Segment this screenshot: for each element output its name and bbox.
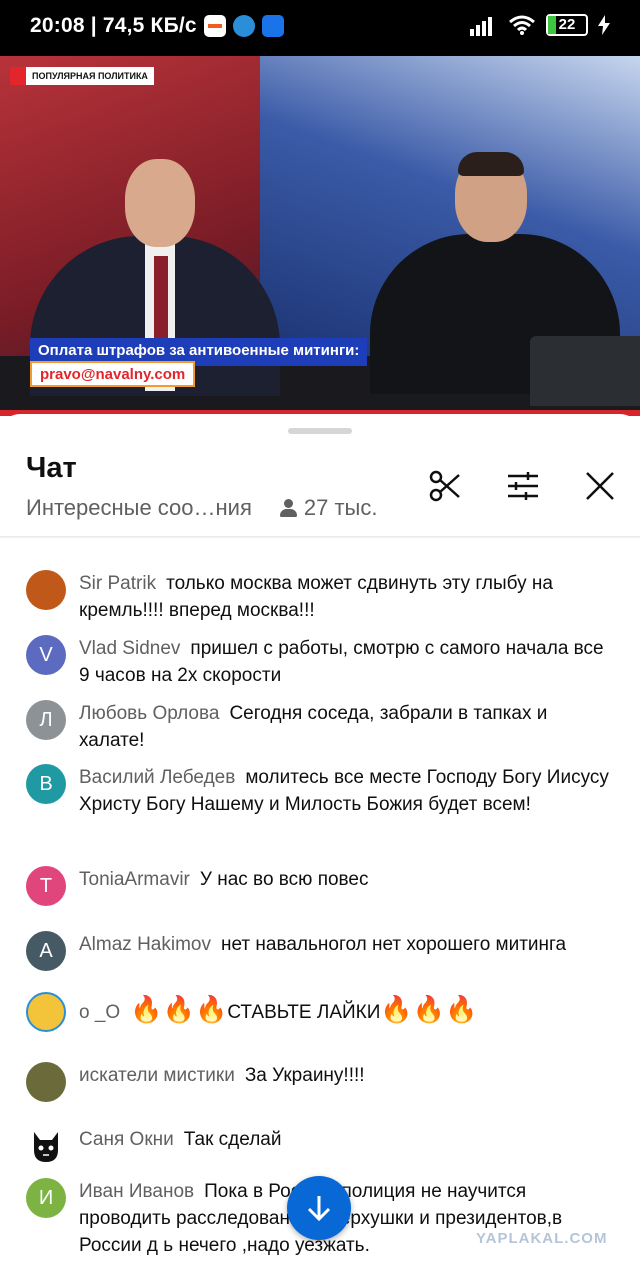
- message-text: СТАВЬТЕ ЛАЙКИ: [227, 1002, 381, 1023]
- chat-message: T ToniaArmavir У нас во всю повес: [26, 866, 616, 906]
- avatar-letter: A: [39, 939, 53, 962]
- watermark: YAPLAKAL.COM: [476, 1230, 608, 1247]
- avatar[interactable]: И: [26, 1178, 66, 1218]
- message-text: Так сделай: [183, 1129, 282, 1150]
- app-notification-icon: [232, 15, 255, 37]
- charging-icon: [598, 15, 610, 35]
- chat-message: Sir Patrik только москва может сдвинуть э…: [26, 570, 616, 624]
- message-author[interactable]: Vlad Sidnev: [79, 638, 180, 659]
- scroll-to-bottom-button[interactable]: [287, 1176, 351, 1240]
- message-author[interactable]: Любовь Орлова: [79, 703, 219, 724]
- avatar[interactable]: В: [26, 764, 66, 804]
- channel-logo-mark: [10, 67, 26, 85]
- avatar[interactable]: A: [26, 931, 66, 971]
- chat-message: o _O 🔥🔥🔥СТАВЬТЕ ЛАЙКИ🔥🔥🔥: [26, 992, 616, 1032]
- message-author[interactable]: o _O: [79, 1002, 120, 1023]
- fire-emoji-group: 🔥🔥🔥: [130, 994, 228, 1024]
- presenter-left-head: [125, 159, 195, 247]
- status-right: 22: [470, 14, 610, 36]
- video-player[interactable]: ПОПУЛЯРНАЯ ПОЛИТИКА Оплата штрафов за ан…: [0, 56, 640, 416]
- close-button[interactable]: [580, 466, 620, 506]
- message-author[interactable]: Саня Окни: [79, 1129, 174, 1150]
- message-author[interactable]: ToniaArmavir: [79, 869, 190, 890]
- message-author[interactable]: искатели мистики: [79, 1065, 235, 1086]
- avatar-letter: T: [39, 874, 53, 897]
- avatar-letter: И: [38, 1186, 54, 1209]
- scissors-icon: [429, 470, 460, 502]
- drag-handle[interactable]: [288, 428, 352, 434]
- avatar[interactable]: [26, 992, 66, 1032]
- presenter-right-hair: [458, 152, 524, 176]
- avatar[interactable]: Л: [26, 700, 66, 740]
- message-author[interactable]: Sir Patrik: [79, 573, 156, 594]
- app-notification-icon: [261, 15, 284, 37]
- fire-emoji-group: 🔥🔥🔥: [380, 994, 478, 1024]
- avatar[interactable]: V: [26, 635, 66, 675]
- chat-mode-label: Интересные соо…ния: [26, 495, 252, 520]
- cat-mask-icon: [34, 1132, 58, 1162]
- status-bar: 20:08 | 74,5 КБ/с 22: [0, 0, 640, 56]
- avatar[interactable]: [26, 1126, 66, 1166]
- chat-message: A Almaz Hakimov нет навальногол нет хорош…: [26, 931, 616, 971]
- laptop: [530, 336, 640, 406]
- wifi-icon: [509, 15, 535, 35]
- chat-title: Чат: [26, 452, 77, 484]
- battery-icon: 22: [546, 14, 588, 36]
- avatar-letter: V: [39, 643, 53, 666]
- avatar-letter: В: [39, 772, 53, 795]
- message-author[interactable]: Almaz Hakimov: [79, 934, 211, 955]
- close-icon: [586, 472, 614, 500]
- channel-logo-text: ПОПУЛЯРНАЯ ПОЛИТИКА: [32, 71, 148, 81]
- chat-message: Саня Окни Так сделай: [26, 1126, 616, 1166]
- battery-level: 22: [558, 16, 576, 33]
- sliders-icon: [508, 472, 538, 500]
- message-author[interactable]: Василий Лебедев: [79, 767, 235, 788]
- viewer-count: 27 тыс.: [303, 495, 378, 520]
- avatar[interactable]: T: [26, 866, 66, 906]
- message-author[interactable]: Иван Иванов: [79, 1181, 194, 1202]
- channel-logo: ПОПУЛЯРНАЯ ПОЛИТИКА: [10, 67, 154, 85]
- signal-icon: [470, 14, 498, 36]
- status-left: 20:08 | 74,5 КБ/с: [30, 14, 284, 38]
- message-text: нет навальногол нет хорошего митинга: [220, 934, 567, 955]
- chat-message: V Vlad Sidnev пришел с работы, смотрю с с…: [26, 635, 616, 689]
- chat-message: искатели мистики За Украину!!!!: [26, 1062, 616, 1102]
- chat-message: Л Любовь Орлова Сегодня соседа, забрали в…: [26, 700, 616, 754]
- status-time-speed: 20:08 | 74,5 КБ/с: [30, 14, 197, 37]
- header-divider: [0, 536, 640, 539]
- filter-button[interactable]: [503, 466, 543, 506]
- person-icon: [279, 499, 297, 517]
- message-text: За Украину!!!!: [244, 1065, 365, 1086]
- avatar[interactable]: [26, 1062, 66, 1102]
- video-email-tag: pravo@navalny.com: [30, 361, 196, 387]
- clip-button[interactable]: [425, 466, 465, 506]
- avatar[interactable]: [26, 570, 66, 610]
- message-text: У нас во всю повес: [199, 869, 369, 890]
- app-notification-icon: [203, 15, 226, 37]
- avatar-letter: Л: [39, 708, 53, 731]
- chat-message: В Василий Лебедев молитесь все месте Госп…: [26, 764, 616, 818]
- arrow-down-icon: [307, 1196, 331, 1222]
- chat-mode-selector[interactable]: Интересные соо…ния 27 тыс.: [26, 495, 377, 521]
